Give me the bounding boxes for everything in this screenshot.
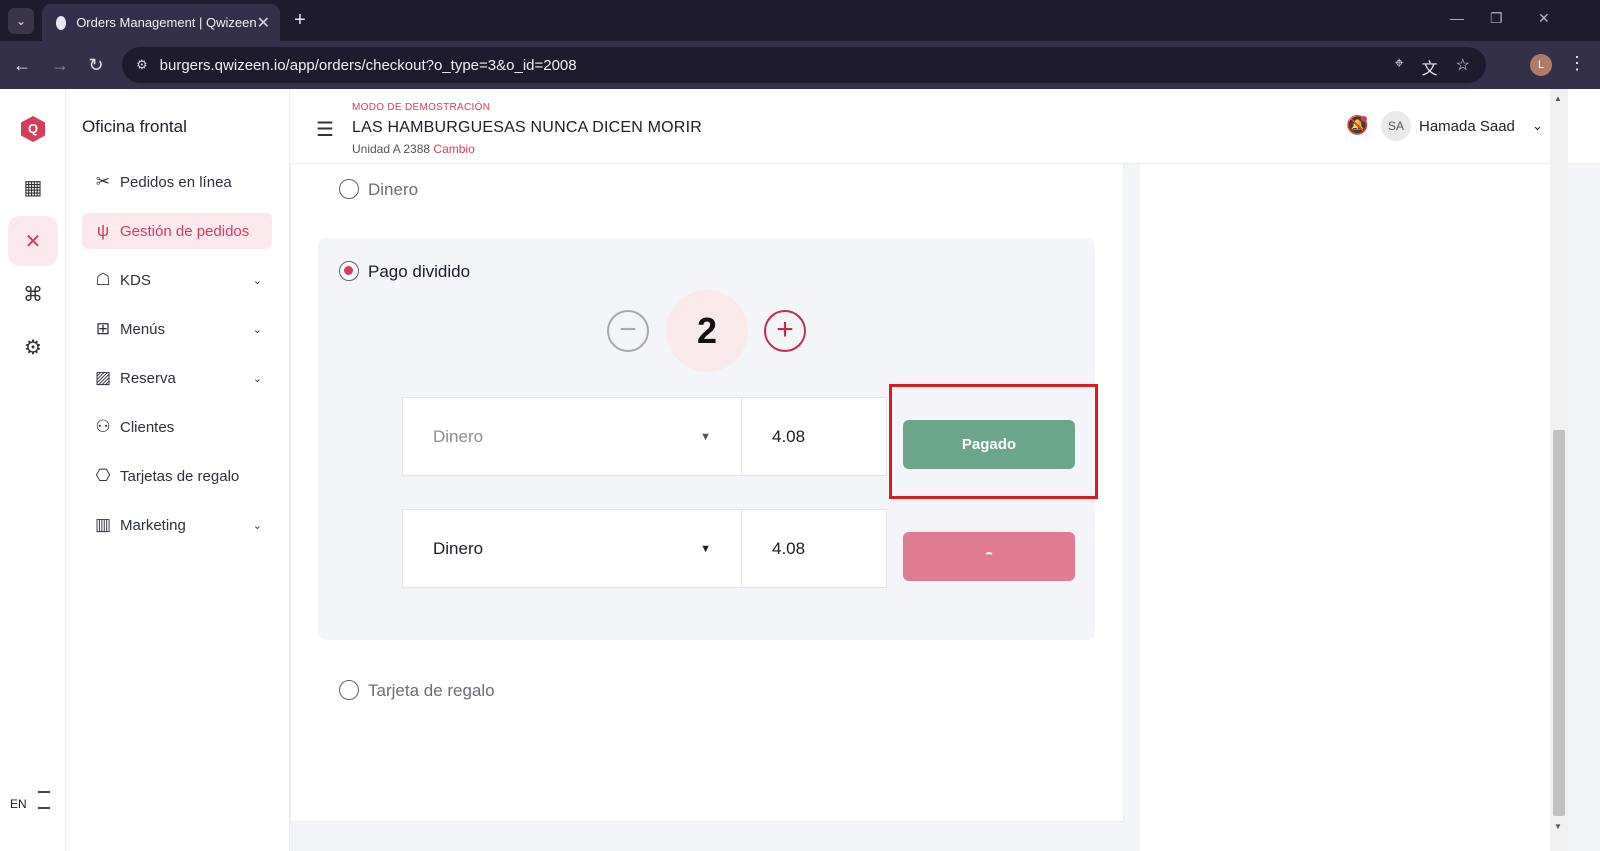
browser-menu-icon[interactable]: ⋮	[1568, 53, 1586, 74]
settings-gear-icon[interactable]: ⚙	[8, 322, 58, 372]
qwizeen-logo[interactable]: Q	[21, 116, 45, 142]
tab-search-button[interactable]: ⌄	[8, 8, 34, 34]
gift-icon: ⎔	[95, 466, 111, 485]
pay-button-loading[interactable]	[903, 532, 1075, 581]
menu-title: Oficina frontal	[82, 117, 187, 136]
chevron-down-icon: ⌄	[252, 372, 262, 385]
menu-item-kds[interactable]: ☖ KDS ⌄	[82, 262, 272, 298]
url-text[interactable]: burgers.qwizeen.io/app/orders/checkout?o…	[160, 57, 577, 74]
menu-item-clientes[interactable]: ⚇ Clientes	[82, 409, 272, 445]
payment-amount-input-1[interactable]: 4.08	[741, 397, 887, 476]
menu-item-label: Reserva	[120, 369, 176, 387]
menu-item-label: KDS	[120, 271, 151, 289]
radio-gift-card-label[interactable]: Tarjeta de regalo	[368, 681, 495, 701]
translate-icon[interactable]: 文	[1422, 55, 1438, 79]
window-close-icon[interactable]: ✕	[1538, 10, 1550, 27]
fork-knife-icon: ψ	[96, 221, 110, 240]
address-bar[interactable]: ⚙ burgers.qwizeen.io/app/orders/checkout…	[122, 47, 1486, 83]
reload-icon[interactable]: ↻	[84, 53, 108, 77]
orders-rail-icon[interactable]: ✕	[8, 216, 58, 266]
demo-mode-label: MODO DE DEMOSTRACIÓN	[352, 102, 491, 113]
table-icon: ▨	[94, 368, 112, 387]
location-blocked-icon[interactable]: ⌖	[1395, 55, 1404, 79]
chevron-down-icon: ⌄	[252, 519, 262, 532]
caret-down-icon: ▼	[700, 542, 711, 555]
minimize-icon[interactable]: —	[1450, 10, 1464, 26]
hamburger-menu-icon[interactable]: ☰	[316, 117, 334, 142]
decrease-split-button[interactable]: −	[607, 310, 649, 352]
site-info-icon[interactable]: ⚙	[136, 57, 148, 73]
chevron-down-icon: ⌄	[252, 274, 262, 287]
menu-item-pedidos-en-linea[interactable]: ✂ Pedidos en línea	[82, 164, 272, 200]
unit-info: Unidad A 2388 Cambio	[352, 142, 475, 156]
radio-cash[interactable]	[339, 179, 359, 199]
org-chart-icon[interactable]: ⌘	[8, 269, 58, 319]
radio-split-label[interactable]: Pago dividido	[368, 262, 470, 282]
radio-split-payment[interactable]	[339, 261, 359, 281]
browser-tab-strip: ⌄ Orders Management | Qwizeen ✕ + — ❐ ✕	[0, 0, 1600, 41]
profile-avatar[interactable]: L	[1530, 54, 1552, 76]
favicon-icon	[56, 15, 67, 30]
chevron-down-icon: ⌄	[252, 323, 262, 336]
menu-item-label: Menús	[120, 320, 166, 338]
language-switch[interactable]: EN	[10, 797, 27, 811]
scroll-up-icon[interactable]: ▲	[1554, 94, 1562, 103]
payment-method-select-2[interactable]: Dinero ▼	[402, 509, 742, 588]
back-icon[interactable]: ←	[10, 53, 34, 77]
menu-item-tarjetas-de-regalo[interactable]: ⎔ Tarjetas de regalo	[82, 458, 272, 494]
unit-label: Unidad A 2388	[352, 142, 431, 156]
new-tab-button[interactable]: +	[288, 8, 312, 32]
loading-spinner-icon	[984, 551, 994, 562]
radio-cash-label[interactable]: Dinero	[368, 180, 418, 200]
user-name[interactable]: Hamada Saad	[1419, 118, 1515, 135]
menu-item-label: Gestión de pedidos	[120, 222, 250, 240]
chef-hat-icon: ☖	[95, 270, 111, 289]
tab-close-icon[interactable]: ✕	[257, 13, 270, 33]
restore-icon[interactable]: ❐	[1490, 10, 1503, 27]
chevron-down-icon[interactable]: ⌄	[1532, 118, 1543, 134]
menu-item-label: Marketing	[120, 516, 186, 534]
tab-title: Orders Management | Qwizeen	[76, 15, 257, 30]
forward-icon[interactable]: →	[48, 53, 72, 77]
payment-amount-input-2[interactable]: 4.08	[741, 509, 887, 588]
payment-method-select-1[interactable]: Dinero ▼	[402, 397, 742, 476]
caret-down-icon: ▼	[700, 430, 711, 443]
bar-chart-icon: ▥	[94, 515, 112, 534]
menu-item-marketing[interactable]: ▥ Marketing ⌄	[82, 507, 272, 543]
split-count: 2	[666, 290, 748, 372]
icon-rail: Q ▦ ✕ ⌘ ⚙ EN	[0, 89, 66, 851]
order-summary-panel	[1140, 164, 1550, 851]
users-icon: ⚇	[95, 417, 111, 436]
bookmark-star-icon[interactable]: ☆	[1456, 55, 1470, 79]
browser-tab[interactable]: Orders Management | Qwizeen ✕	[42, 4, 280, 41]
menu-item-menus[interactable]: ⊞ Menús ⌄	[82, 311, 272, 347]
payment-method-value: Dinero	[433, 426, 484, 446]
dashboard-icon[interactable]: ▦	[8, 162, 58, 212]
utensils-crossed-icon: ✂	[95, 172, 111, 191]
grid-icon: ⊞	[95, 319, 111, 338]
menu-item-gestion-de-pedidos[interactable]: ψ Gestión de pedidos	[82, 213, 272, 249]
menu-item-label: Clientes	[120, 418, 175, 436]
restaurant-name: LAS HAMBURGUESAS NUNCA DICEN MORIR	[352, 119, 702, 136]
change-unit-link[interactable]: Cambio	[433, 142, 474, 156]
notification-dot	[1361, 116, 1367, 122]
browser-toolbar: ← → ↻ ⚙ burgers.qwizeen.io/app/orders/ch…	[0, 41, 1600, 89]
side-menu: Oficina frontal ✂ Pedidos en línea ψ Ges…	[66, 89, 290, 851]
increase-split-button[interactable]: +	[764, 310, 806, 352]
payment-method-value: Dinero	[433, 538, 484, 558]
app-header: ☰ MODO DE DEMOSTRACIÓN LAS HAMBURGUESAS …	[290, 89, 1600, 164]
fullscreen-icon[interactable]	[38, 791, 50, 809]
scroll-down-icon[interactable]: ▼	[1554, 822, 1562, 831]
scrollbar-thumb[interactable]	[1553, 430, 1565, 816]
user-avatar[interactable]: SA	[1381, 111, 1411, 141]
radio-gift-card[interactable]	[339, 680, 359, 700]
menu-item-label: Tarjetas de regalo	[120, 467, 240, 485]
menu-item-reserva[interactable]: ▨ Reserva ⌄	[82, 360, 272, 396]
highlight-box	[889, 384, 1098, 499]
menu-item-label: Pedidos en línea	[120, 173, 232, 191]
